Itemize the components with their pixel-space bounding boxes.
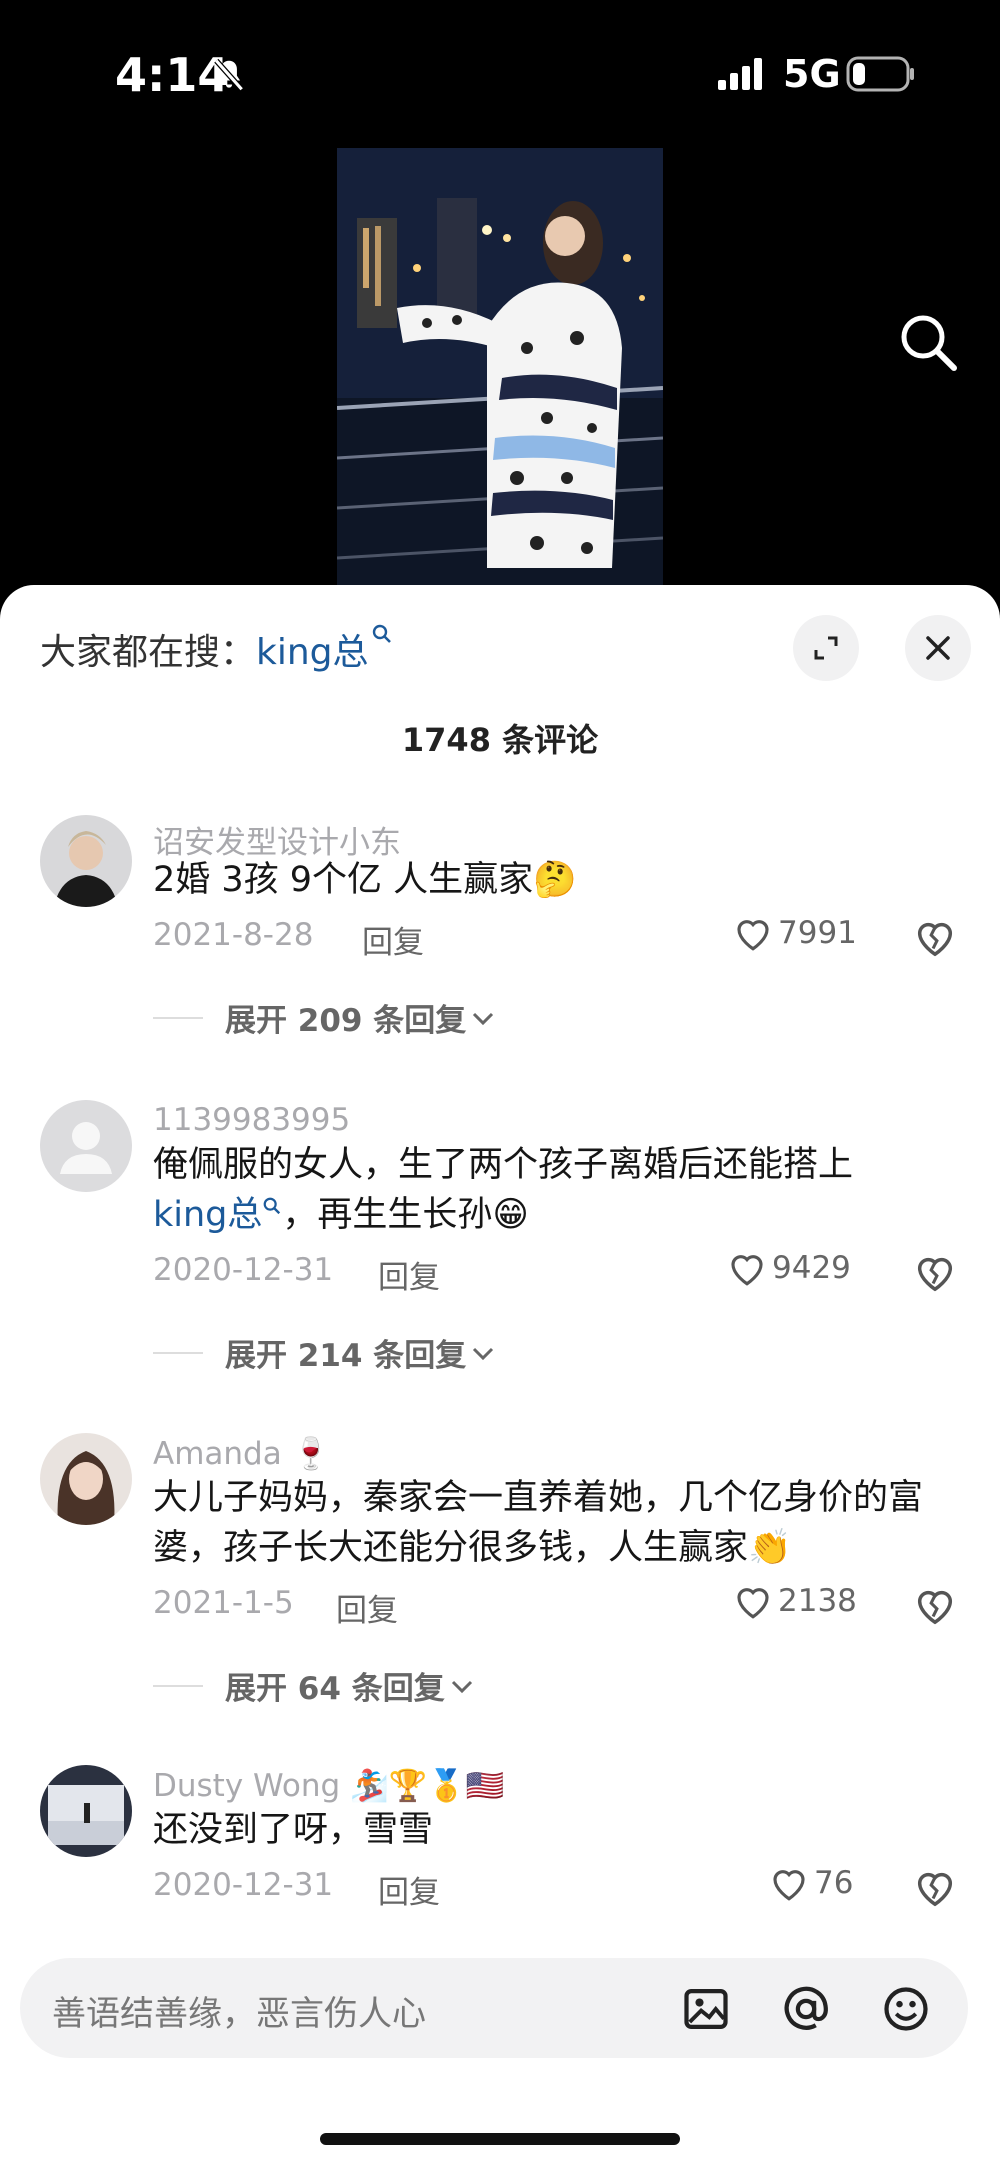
video-frame-image <box>337 148 663 590</box>
comment-username[interactable]: 1139983995 <box>153 1102 350 1138</box>
close-icon <box>926 636 950 660</box>
comment-text: 2婚 3孩 9个亿 人生赢家🤔 <box>153 855 953 905</box>
username-emoji: 🍷 <box>291 1436 331 1472</box>
like-count: 2138 <box>778 1583 857 1619</box>
comment-date: 2020-12-31 <box>153 1252 334 1288</box>
comment-body: 还没到了呀，雪雪 <box>153 1810 434 1850</box>
comment-emoji: 👏 <box>748 1528 792 1568</box>
heart-outline-icon <box>731 1255 763 1286</box>
divider-line <box>153 1351 203 1354</box>
comment-input[interactable]: 善语结善缘，恶言伤人心 <box>20 1958 968 2058</box>
divider-line <box>153 1684 203 1687</box>
comments-sheet: 大家都在搜：king总 1748 条评论 诏安发型设计小东 2婚 3孩 9个亿 … <box>0 585 1000 2165</box>
home-indicator <box>320 2133 680 2145</box>
like-button[interactable]: 2138 <box>732 1581 857 1621</box>
username-text: Amanda <box>153 1436 282 1472</box>
comment-date: 2021-1-5 <box>153 1585 294 1621</box>
search-small-icon <box>264 1197 281 1215</box>
like-count: 9429 <box>772 1250 851 1286</box>
chevron-down-icon <box>473 1012 494 1025</box>
reply-button[interactable]: 回复 <box>336 1585 398 1630</box>
expand-arrows-icon <box>814 636 838 660</box>
mention-icon[interactable] <box>780 1983 832 2035</box>
chevron-down-icon <box>473 1347 494 1360</box>
like-button[interactable]: 9429 <box>726 1248 851 1288</box>
comment-keyword-link[interactable]: king总 <box>153 1195 262 1235</box>
default-avatar-icon <box>40 1100 132 1192</box>
like-button[interactable]: 7991 <box>732 913 857 953</box>
reply-button[interactable]: 回复 <box>378 1867 440 1912</box>
broken-heart-icon[interactable] <box>912 1583 958 1627</box>
search-icon[interactable] <box>896 310 960 374</box>
comment-text: 俺佩服的女人，生了两个孩子离婚后还能搭上 king总 ，再生生长孙😁 <box>153 1140 953 1240</box>
battery-icon <box>846 56 914 92</box>
bell-muted-icon <box>214 58 244 92</box>
hot-search-prefix: 大家都在搜： <box>40 632 257 673</box>
heart-outline-icon <box>773 1870 805 1901</box>
comment-text: 还没到了呀，雪雪 <box>153 1805 953 1855</box>
username-emoji: 🏂🏆🥇🇺🇸 <box>350 1768 505 1804</box>
comment-date: 2020-12-31 <box>153 1867 334 1903</box>
comment-username[interactable]: Amanda 🍷 <box>153 1435 330 1472</box>
emoji-icon[interactable] <box>880 1983 932 2035</box>
video-thumbnail[interactable] <box>337 148 663 590</box>
network-type: 5G <box>783 52 841 96</box>
comment-emoji: 🤔 <box>533 860 577 900</box>
avatar-image <box>40 1765 132 1857</box>
comment-username[interactable]: Dusty Wong 🏂🏆🥇🇺🇸 <box>153 1767 504 1804</box>
avatar[interactable] <box>40 1433 132 1525</box>
comment-body: 俺佩服的女人，生了两个孩子离婚后还能搭上 <box>153 1145 854 1185</box>
avatar[interactable] <box>40 815 132 907</box>
expand-replies-label: 展开 209 条回复 <box>225 1003 467 1039</box>
comment-count-title: 1748 条评论 <box>401 721 599 759</box>
avatar[interactable] <box>40 1765 132 1857</box>
chevron-down-icon <box>451 1680 472 1693</box>
like-button[interactable]: 76 <box>768 1863 853 1903</box>
expand-replies-label: 展开 64 条回复 <box>225 1671 445 1707</box>
heart-outline-icon <box>737 920 769 951</box>
status-bar: 4:14 5G <box>0 0 1000 140</box>
image-icon[interactable] <box>680 1983 732 2035</box>
comment-emoji: 😁 <box>492 1195 529 1235</box>
expand-replies-label: 展开 214 条回复 <box>225 1338 467 1374</box>
expand-replies-button[interactable]: 展开 64 条回复 <box>153 1663 475 1708</box>
comment-text: 大儿子妈妈，秦家会一直养着她，几个亿身价的富婆，孩子长大还能分很多钱，人生赢家👏 <box>153 1473 953 1573</box>
broken-heart-icon[interactable] <box>912 1865 958 1909</box>
expand-replies-button[interactable]: 展开 214 条回复 <box>153 1330 496 1375</box>
comment-date: 2021-8-28 <box>153 917 314 953</box>
comment-input-placeholder: 善语结善缘，恶言伤人心 <box>52 1994 426 2034</box>
expand-replies-button[interactable]: 展开 209 条回复 <box>153 995 496 1040</box>
broken-heart-icon[interactable] <box>912 915 958 959</box>
video-player[interactable] <box>0 140 1000 590</box>
fullscreen-button[interactable] <box>793 615 859 681</box>
comment-body: 大儿子妈妈，秦家会一直养着她，几个亿身价的富婆，孩子长大还能分很多钱，人生赢家 <box>153 1478 924 1568</box>
hot-search-keyword[interactable]: king总 <box>256 632 369 673</box>
username-text: Dusty Wong <box>153 1768 341 1804</box>
avatar-image <box>40 1433 132 1525</box>
search-small-icon <box>372 624 391 643</box>
like-count: 76 <box>814 1865 854 1901</box>
cellular-signal-icon <box>718 58 762 90</box>
reply-button[interactable]: 回复 <box>378 1252 440 1297</box>
heart-outline-icon <box>737 1588 769 1619</box>
divider-line <box>153 1016 203 1019</box>
avatar-image <box>40 815 132 907</box>
comment-body-continued: ，再生生长孙 <box>282 1195 493 1235</box>
avatar[interactable] <box>40 1100 132 1192</box>
comment-body: 2婚 3孩 9个亿 人生赢家 <box>153 860 534 900</box>
broken-heart-icon[interactable] <box>912 1250 958 1294</box>
hot-search-bar[interactable]: 大家都在搜：king总 <box>40 623 393 675</box>
close-button[interactable] <box>905 615 971 681</box>
reply-button[interactable]: 回复 <box>362 917 424 962</box>
like-count: 7991 <box>778 915 857 951</box>
